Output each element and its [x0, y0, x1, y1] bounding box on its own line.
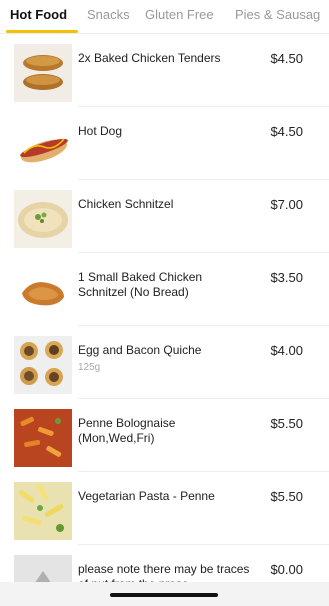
menu-item-hot-dog[interactable]: Hot Dog $4.50 [0, 107, 329, 180]
item-price: $7.00 [270, 197, 303, 212]
item-price: $0.00 [270, 562, 303, 577]
item-price: $4.50 [270, 51, 303, 66]
penne-bolognaise-image [14, 409, 72, 467]
menu-item-penne-bolognaise[interactable]: Penne Bolognaise (Mon,Wed,Fri) $5.50 [0, 399, 329, 472]
small-schnitzel-image [14, 263, 72, 321]
item-price: $4.50 [270, 124, 303, 139]
item-name: Penne Bolognaise (Mon,Wed,Fri) [78, 416, 176, 445]
tab-gluten-free[interactable]: Gluten Free [145, 7, 214, 22]
home-indicator[interactable] [110, 593, 218, 597]
home-indicator-bar [0, 582, 329, 606]
menu-item-quiche[interactable]: Egg and Bacon Quiche 125g $4.00 [0, 326, 329, 399]
hot-dog-image [14, 117, 72, 175]
menu-item-chicken-tenders[interactable]: 2x Baked Chicken Tenders $4.50 [0, 34, 329, 107]
item-price: $5.50 [270, 489, 303, 504]
vegetarian-pasta-image [14, 482, 72, 540]
item-name: Egg and Bacon Quiche [78, 343, 202, 357]
menu-item-vegetarian-pasta[interactable]: Vegetarian Pasta - Penne $5.50 [0, 472, 329, 545]
category-tab-bar: Hot Food Snacks Gluten Free Pies & Sausa… [0, 0, 329, 34]
item-name: Vegetarian Pasta - Penne [78, 489, 215, 503]
item-name: Hot Dog [78, 124, 123, 138]
item-name: 1 Small Baked Chicken Schnitzel (No Brea… [78, 270, 203, 299]
tab-snacks[interactable]: Snacks [87, 7, 130, 22]
menu-item-small-schnitzel[interactable]: 1 Small Baked Chicken Schnitzel (No Brea… [0, 253, 329, 326]
quiche-image [14, 336, 72, 394]
item-weight: 125g [78, 362, 101, 373]
chicken-schnitzel-image [14, 190, 72, 248]
item-name: 2x Baked Chicken Tenders [78, 51, 221, 65]
tab-hot-food[interactable]: Hot Food [10, 7, 67, 22]
active-tab-indicator [6, 30, 78, 33]
item-price: $5.50 [270, 416, 303, 431]
item-price: $4.00 [270, 343, 303, 358]
item-price: $3.50 [270, 270, 303, 285]
menu-item-chicken-schnitzel[interactable]: Chicken Schnitzel $7.00 [0, 180, 329, 253]
item-name: Chicken Schnitzel [78, 197, 174, 211]
chicken-tenders-image [14, 44, 72, 102]
tab-pies-sausages[interactable]: Pies & Sausag [235, 7, 320, 22]
